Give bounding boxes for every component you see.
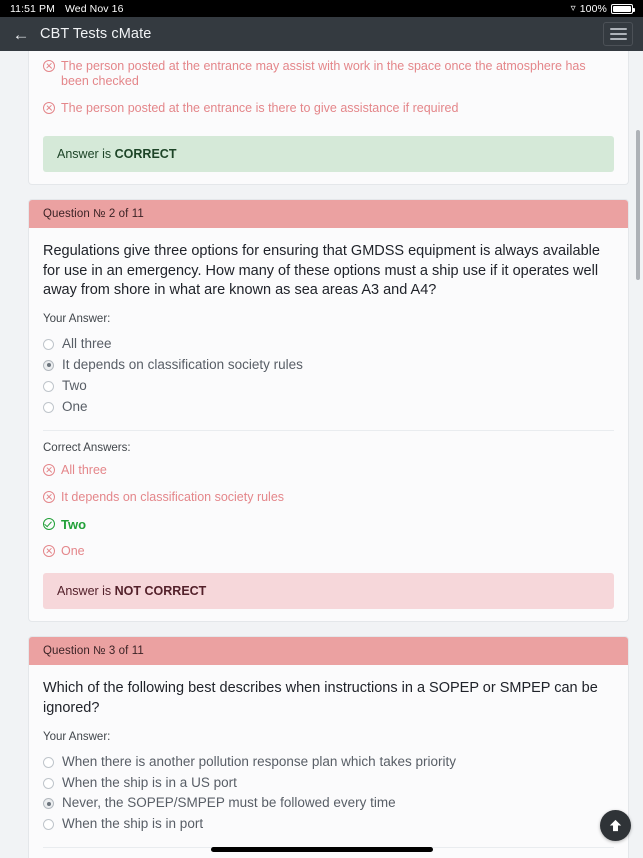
question-text: Regulations give three options for ensur… [43,243,600,299]
option-label: It depends on classification society rul… [62,357,303,373]
answer-options-list: When there is another pollution response… [43,752,614,836]
option-row[interactable]: When the ship is in a US port [43,773,614,794]
option-row[interactable]: All three [43,334,614,355]
check-circle-icon [43,517,55,530]
status-bar-left: 11:51 PM Wed Nov 16 [10,3,124,15]
radio-button[interactable] [43,339,54,351]
answer-text: Two [61,516,87,532]
cross-circle-icon [43,545,55,558]
question-scroll-area[interactable]: The person posted at the entrance may as… [0,51,643,858]
result-banner-not-correct: Answer is NOT CORRECT [43,573,614,610]
page-title: CBT Tests cMate [40,26,152,42]
cross-circle-icon [43,102,55,114]
option-label: One [62,398,88,414]
answer-text: The person posted at the entrance may as… [61,59,586,88]
question-number-band: Question № 2 of 11 [29,200,628,228]
answer-item: It depends on classification society rul… [43,490,614,505]
cross-circle-icon [43,490,55,503]
answer-item-correct: Two [43,517,614,533]
question-card-3: Question № 3 of 11 Which of the followin… [28,636,629,858]
vertical-scrollbar[interactable] [635,51,642,858]
result-value: CORRECT [114,147,177,161]
option-label: When the ship is in port [62,816,204,832]
radio-button-selected[interactable] [43,359,54,371]
option-row[interactable]: When the ship is in port [43,814,614,835]
option-label: When the ship is in a US port [62,774,237,790]
radio-button[interactable] [43,819,54,831]
app-header: ← CBT Tests cMate [0,17,643,51]
answer-item: All three [43,463,614,478]
battery-icon [611,3,635,14]
arrow-up-icon [609,819,622,832]
question-number-band: Question № 3 of 11 [29,637,628,666]
option-label: Never, the SOPEP/SMPEP must be followed … [62,795,396,811]
answer-text: The person posted at the entrance is the… [61,101,459,115]
option-row[interactable]: Never, the SOPEP/SMPEP must be followed … [43,793,614,814]
radio-button-selected[interactable] [43,798,54,810]
status-date: Wed Nov 16 [64,2,124,15]
result-banner-correct: Answer is CORRECT [43,136,614,172]
your-answer-label: Your Answer: [43,313,111,326]
cross-circle-icon [43,463,55,476]
scrollbar-thumb[interactable] [636,130,640,280]
answer-item: The person posted at the entrance is the… [43,101,614,116]
divider [43,429,614,431]
scroll-to-top-button[interactable] [600,810,631,841]
previous-correct-answers-list: The person posted at the entrance may as… [29,51,628,116]
option-label: All three [62,336,112,352]
radio-button[interactable] [43,777,54,789]
back-arrow-icon[interactable]: ← [8,26,34,43]
hamburger-menu-icon[interactable] [603,22,633,46]
status-time: 11:51 PM [10,2,55,15]
app-window: 11:51 PM Wed Nov 16 ▿ 100% ← CBT Tests c… [0,0,643,858]
correct-answers-list: All three It depends on classification s… [43,463,614,560]
answer-item: The person posted at the entrance may as… [43,59,614,89]
your-answer-label: Your Answer: [43,730,111,743]
result-value: NOT CORRECT [114,584,207,599]
option-row[interactable]: When there is another pollution response… [43,752,614,773]
option-row[interactable]: Two [43,376,614,397]
option-label: When there is another pollution response… [62,753,456,769]
wifi-icon: ▿ [570,2,576,14]
answer-text: One [61,544,85,559]
answer-item: One [43,544,614,559]
radio-button[interactable] [43,401,54,413]
radio-button[interactable] [43,756,54,768]
result-prefix: Answer is [57,584,115,599]
question-card-previous: The person posted at the entrance may as… [28,51,629,185]
status-bar-right: ▿ 100% [570,2,635,15]
result-prefix: Answer is [57,147,115,161]
question-text: Which of the following best describes wh… [43,680,598,716]
cross-circle-icon [43,60,55,72]
answer-text: All three [61,462,107,477]
battery-percent-label: 100% [579,2,607,15]
answer-text: It depends on classification society rul… [61,489,285,504]
correct-answers-label: Correct Answers: [43,441,131,454]
status-bar: 11:51 PM Wed Nov 16 ▿ 100% [0,0,643,17]
question-card-2: Question № 2 of 11 Regulations give thre… [28,199,629,623]
radio-button[interactable] [43,380,54,392]
answer-options-list: All three It depends on classification s… [43,334,614,418]
option-label: Two [62,377,87,393]
option-row[interactable]: One [43,397,614,418]
option-row[interactable]: It depends on classification society rul… [43,355,614,376]
home-indicator [210,847,433,852]
